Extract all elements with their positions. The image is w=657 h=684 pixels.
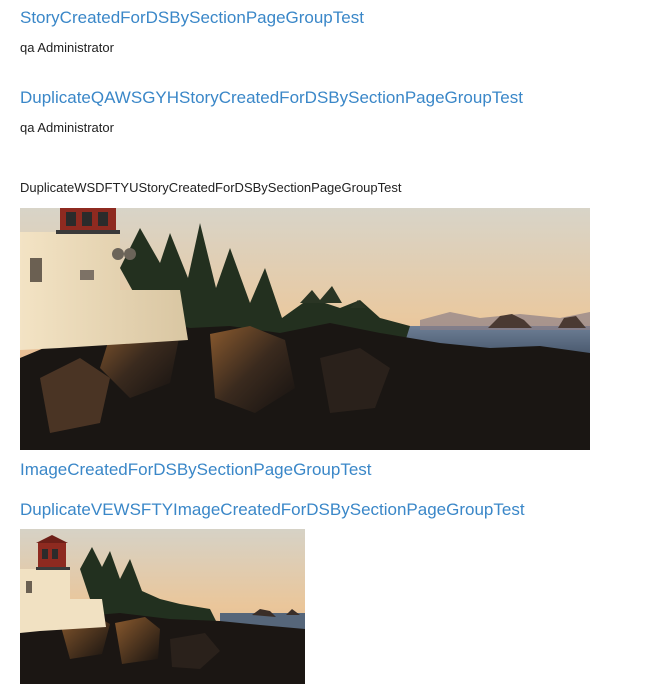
story-title-link[interactable]: StoryCreatedForDSBySectionPageGroupTest: [20, 8, 364, 28]
story-author: qa Administrator: [20, 40, 114, 55]
image-title-link[interactable]: ImageCreatedForDSBySectionPageGroupTest: [20, 460, 372, 480]
story-author: qa Administrator: [20, 120, 114, 135]
story-title: DuplicateWSDFTYUStoryCreatedForDSBySecti…: [20, 180, 402, 195]
lighthouse-photo[interactable]: [20, 208, 590, 450]
story-title-link[interactable]: DuplicateQAWSGYHStoryCreatedForDSBySecti…: [20, 88, 523, 108]
lighthouse-photo-thumbnail[interactable]: [20, 529, 305, 684]
image-title-link[interactable]: DuplicateVEWSFTYImageCreatedForDSBySecti…: [20, 500, 525, 520]
